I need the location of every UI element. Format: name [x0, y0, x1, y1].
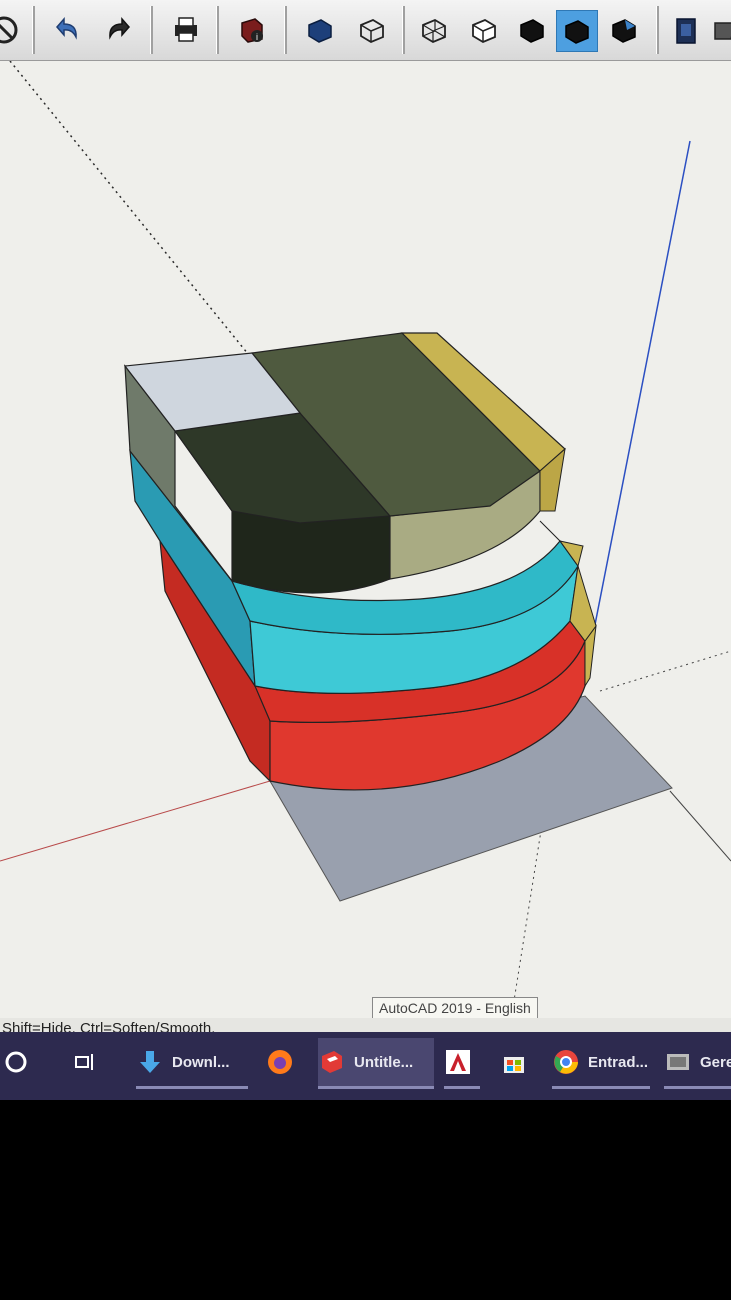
toolbar-separator [216, 6, 219, 54]
model-info-icon[interactable]: i [232, 10, 272, 50]
monitor-bezel [0, 1100, 731, 1300]
green-axis-dotted [9, 61, 271, 382]
monochrome-icon[interactable] [604, 10, 644, 50]
drawing-viewport[interactable] [0, 61, 731, 1026]
sketchup-icon [318, 1048, 346, 1076]
chrome-icon [552, 1048, 580, 1076]
undo-icon[interactable] [46, 10, 86, 50]
app-window-icon [664, 1048, 692, 1076]
screen: i AutoCAD 2019 - English Shift=Hide, Ctr… [0, 0, 731, 1100]
cortana-button[interactable] [2, 1038, 38, 1086]
shaded-textures-icon[interactable] [556, 10, 598, 52]
redo-icon[interactable] [100, 10, 140, 50]
task-view-button[interactable] [70, 1038, 106, 1086]
no-entry-icon[interactable] [0, 10, 24, 50]
taskbar-item-autocad[interactable] [444, 1038, 480, 1089]
blue-axis [579, 140, 691, 702]
taskbar-item-label: Entrad... [588, 1053, 649, 1071]
cortana-circle-icon [2, 1048, 30, 1076]
taskbar-item-label: Downl... [172, 1053, 230, 1071]
green-axis [669, 790, 731, 862]
taskbar-item-sketchup[interactable]: Untitle... [318, 1038, 434, 1089]
toolbar-separator [284, 6, 287, 54]
taskbar-item-store[interactable] [500, 1038, 536, 1086]
toolbar-separator [32, 6, 35, 54]
wireframe-icon[interactable] [414, 10, 454, 50]
section-cut-icon[interactable] [708, 10, 731, 50]
toolbar: i [0, 0, 731, 61]
taskbar-item-firefox[interactable] [266, 1038, 302, 1086]
print-icon[interactable] [166, 10, 206, 50]
autocad-icon [444, 1048, 472, 1076]
toolbar-separator [656, 6, 659, 54]
taskbar-tooltip: AutoCAD 2019 - English [372, 997, 538, 1019]
xray-style-icon[interactable] [300, 10, 340, 50]
taskbar-item-app[interactable]: Gere [664, 1038, 731, 1089]
svg-text:i: i [256, 32, 258, 42]
taskbar: Downl... Untitle... Entrad... Gere [0, 1032, 731, 1100]
toolbar-separator [150, 6, 153, 54]
back-edges-icon[interactable] [352, 10, 392, 50]
task-view-icon [70, 1048, 98, 1076]
taskbar-item-label: Gere [700, 1053, 731, 1071]
download-arrow-icon [136, 1048, 164, 1076]
store-bag-icon [500, 1048, 528, 1076]
section-plane-icon[interactable] [666, 10, 706, 50]
model-canvas[interactable] [0, 61, 731, 1026]
red-axis-dotted [599, 650, 731, 692]
shaded-icon[interactable] [512, 10, 552, 50]
red-axis [0, 780, 271, 862]
firefox-icon [266, 1048, 294, 1076]
hidden-line-icon[interactable] [464, 10, 504, 50]
taskbar-item-label: Untitle... [354, 1053, 414, 1071]
toolbar-separator [402, 6, 405, 54]
taskbar-item-chrome[interactable]: Entrad... [552, 1038, 650, 1089]
taskbar-item-downloads[interactable]: Downl... [136, 1038, 248, 1089]
